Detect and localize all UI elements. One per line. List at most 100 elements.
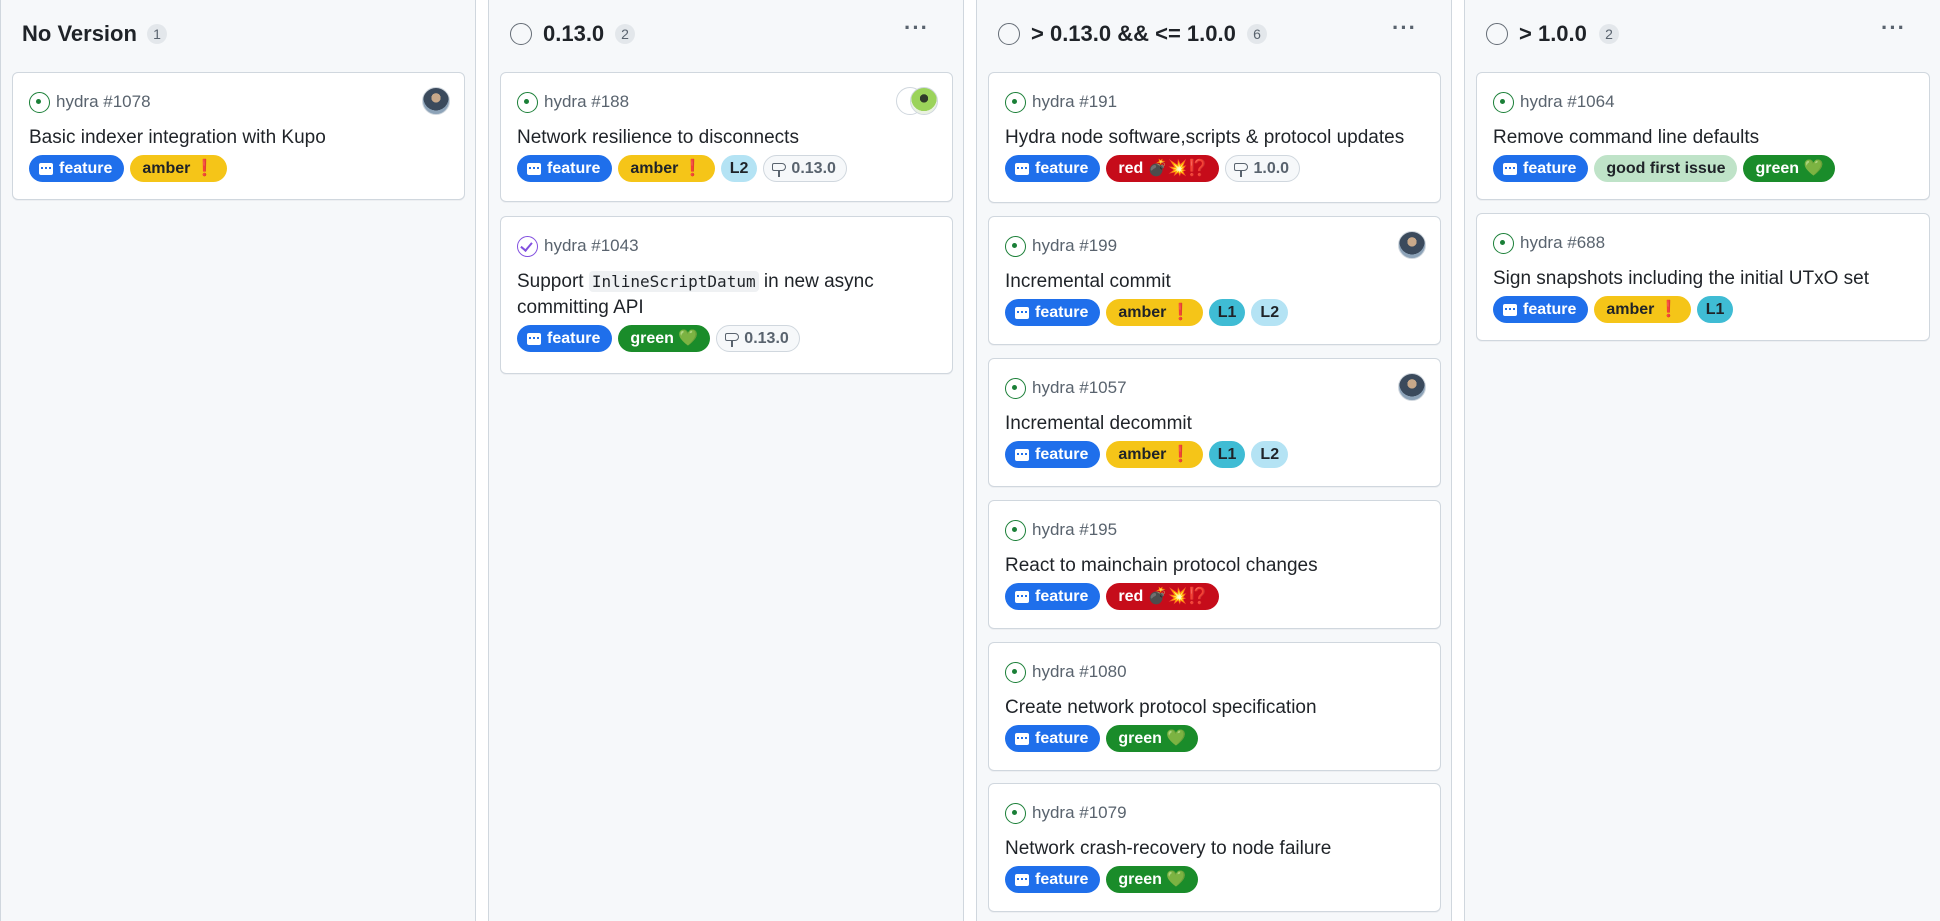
label-good-first-issue[interactable]: good first issue — [1594, 155, 1738, 182]
issue-title[interactable]: Create network protocol specification — [1005, 695, 1424, 721]
issue-title[interactable]: React to mainchain protocol changes — [1005, 553, 1424, 579]
label-l2[interactable]: L2 — [1251, 299, 1289, 326]
label-feature[interactable]: feature — [29, 155, 125, 182]
issue-title[interactable]: Remove command line defaults — [1493, 125, 1913, 151]
label-l1[interactable]: L1 — [1208, 441, 1246, 468]
column-title: 0.13.0 — [543, 21, 605, 46]
issue-card[interactable]: hydra #1078 Basic indexer integration wi… — [12, 72, 465, 200]
label-feature[interactable]: feature — [1005, 299, 1101, 326]
issue-ref[interactable]: hydra #195 — [1032, 520, 1117, 540]
issue-ref[interactable]: hydra #1043 — [544, 236, 639, 256]
label-amber[interactable]: amber ❗ — [1106, 299, 1203, 326]
issue-ref[interactable]: hydra #188 — [544, 92, 629, 112]
card-meta: hydra #1043 — [517, 235, 639, 257]
avatar — [910, 87, 938, 115]
label-l2[interactable]: L2 — [720, 155, 758, 182]
issue-card[interactable]: hydra #688 Sign snapshots including the … — [1476, 213, 1930, 341]
label-l1[interactable]: L1 — [1696, 296, 1734, 323]
issue-title[interactable]: Sign snapshots including the initial UTx… — [1493, 266, 1913, 292]
milestone-icon — [1234, 161, 1249, 177]
label-amber[interactable]: amber ❗ — [130, 155, 227, 182]
comment-discussion-icon — [1015, 590, 1029, 603]
label-amber[interactable]: amber ❗ — [1594, 296, 1691, 323]
circle-icon — [998, 23, 1020, 45]
issue-title[interactable]: Support InlineScriptDatum in new async c… — [517, 269, 936, 321]
label-feature[interactable]: feature — [1493, 155, 1589, 182]
label-red[interactable]: red 💣💥⁉️ — [1106, 583, 1220, 610]
issue-ref[interactable]: hydra #199 — [1032, 236, 1117, 256]
issue-card[interactable]: hydra #191 Hydra node software,scripts &… — [988, 72, 1441, 203]
assignee-avatar[interactable] — [422, 87, 450, 115]
label-feature[interactable]: feature — [1005, 725, 1101, 752]
milestone-badge[interactable]: 0.13.0 — [716, 325, 800, 352]
issue-card[interactable]: hydra #199 Incremental commit feature am… — [988, 216, 1441, 345]
label-green[interactable]: green 💚 — [1106, 866, 1199, 893]
issue-card[interactable]: hydra #1079 Network crash-recovery to no… — [988, 783, 1441, 912]
issue-card[interactable]: hydra #1064 Remove command line defaults… — [1476, 72, 1930, 200]
label-green[interactable]: green 💚 — [1743, 155, 1836, 182]
column-title: > 0.13.0 && <= 1.0.0 — [1031, 21, 1236, 46]
issue-card[interactable]: hydra #1057 Incremental decommit feature… — [988, 358, 1441, 487]
kebab-horizontal-icon[interactable]: ··· — [1392, 17, 1417, 39]
column-no-version: No Version 1 hydra #1078 Basic indexer i… — [0, 0, 476, 921]
issue-title[interactable]: Hydra node software,scripts & protocol u… — [1005, 125, 1424, 151]
label-feature[interactable]: feature — [1005, 441, 1101, 468]
label-feature[interactable]: feature — [517, 155, 613, 182]
card-meta: hydra #1079 — [1005, 802, 1127, 824]
card-meta: hydra #188 — [517, 91, 629, 113]
label-feature[interactable]: feature — [517, 325, 613, 352]
label-list: feature green 💚 — [1005, 866, 1199, 893]
label-l1[interactable]: L1 — [1208, 299, 1246, 326]
issue-card[interactable]: hydra #188 Network resilience to disconn… — [500, 72, 953, 202]
label-feature[interactable]: feature — [1005, 866, 1101, 893]
milestone-icon — [725, 331, 740, 347]
label-feature[interactable]: feature — [1493, 296, 1589, 323]
milestone-badge[interactable]: 0.13.0 — [763, 155, 847, 182]
issue-ref[interactable]: hydra #1080 — [1032, 662, 1127, 682]
issue-card[interactable]: hydra #1080 Create network protocol spec… — [988, 642, 1441, 771]
issue-ref[interactable]: hydra #191 — [1032, 92, 1117, 112]
card-meta: hydra #1057 — [1005, 377, 1127, 399]
column-count: 6 — [1247, 24, 1267, 44]
kebab-horizontal-icon[interactable]: ··· — [904, 17, 929, 39]
label-red[interactable]: red 💣💥⁉️ — [1106, 155, 1220, 182]
assignee-avatar[interactable] — [1398, 231, 1426, 259]
issue-ref[interactable]: hydra #688 — [1520, 233, 1605, 253]
label-feature[interactable]: feature — [1005, 155, 1101, 182]
label-green[interactable]: green 💚 — [1106, 725, 1199, 752]
issue-opened-icon — [1005, 235, 1026, 257]
assignee-avatars[interactable] — [896, 87, 938, 115]
label-amber[interactable]: amber ❗ — [1106, 441, 1203, 468]
column-header: > 0.13.0 && <= 1.0.0 6 ··· — [977, 17, 1451, 49]
label-feature[interactable]: feature — [1005, 583, 1101, 610]
label-amber[interactable]: amber ❗ — [618, 155, 715, 182]
label-list: feature amber ❗ L2 0.13.0 — [517, 155, 847, 182]
label-list: feature green 💚 0.13.0 — [517, 325, 800, 352]
issue-title[interactable]: Network crash-recovery to node failure — [1005, 836, 1424, 862]
issue-title[interactable]: Basic indexer integration with Kupo — [29, 125, 448, 151]
card-meta: hydra #195 — [1005, 519, 1117, 541]
column-header: > 1.0.0 2 ··· — [1465, 17, 1940, 49]
issue-card[interactable]: hydra #195 React to mainchain protocol c… — [988, 500, 1441, 629]
issue-ref[interactable]: hydra #1078 — [56, 92, 151, 112]
issue-ref[interactable]: hydra #1064 — [1520, 92, 1615, 112]
assignee-avatar[interactable] — [1398, 373, 1426, 401]
comment-discussion-icon — [1015, 162, 1029, 175]
issue-ref[interactable]: hydra #1079 — [1032, 803, 1127, 823]
issue-title[interactable]: Incremental decommit — [1005, 411, 1424, 437]
issue-title[interactable]: Incremental commit — [1005, 269, 1424, 295]
issue-opened-icon — [517, 91, 538, 113]
issue-opened-icon — [1493, 232, 1514, 254]
label-list: feature amber ❗ L1 L2 — [1005, 441, 1289, 468]
milestone-badge[interactable]: 1.0.0 — [1225, 155, 1301, 182]
label-green[interactable]: green 💚 — [618, 325, 711, 352]
kebab-horizontal-icon[interactable]: ··· — [1881, 17, 1906, 39]
label-l2[interactable]: L2 — [1251, 441, 1289, 468]
column-header: 0.13.0 2 ··· — [489, 17, 963, 49]
card-meta: hydra #1080 — [1005, 661, 1127, 683]
issue-card[interactable]: hydra #1043 Support InlineScriptDatum in… — [500, 216, 953, 374]
issue-title[interactable]: Network resilience to disconnects — [517, 125, 936, 151]
column-header: No Version 1 — [1, 19, 475, 49]
issue-ref[interactable]: hydra #1057 — [1032, 378, 1127, 398]
issue-opened-icon — [1005, 802, 1026, 824]
